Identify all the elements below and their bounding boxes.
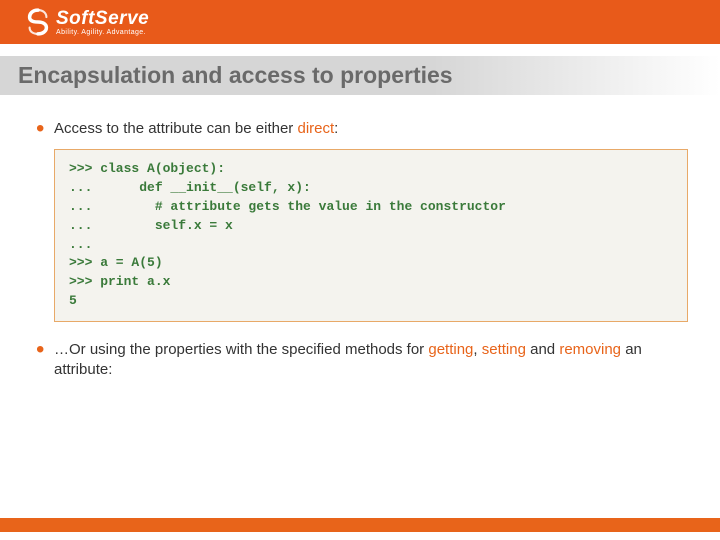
logo-name: SoftServe [56, 9, 149, 28]
content: Access to the attribute can be either di… [0, 95, 720, 381]
logo-icon [24, 8, 52, 36]
page-title: Encapsulation and access to properties [18, 62, 702, 89]
logo: SoftServe Ability. Agility. Advantage. [24, 8, 149, 36]
brand-header: SoftServe Ability. Agility. Advantage. [0, 0, 720, 44]
bullet-2-sep-1: , [473, 341, 481, 358]
bullet-1-text-pre: Access to the attribute can be either [54, 120, 297, 137]
bullet-1-accent: direct [297, 120, 334, 137]
bullet-2-accent-2: setting [482, 341, 526, 358]
bullet-2-sep-2: and [526, 341, 559, 358]
bullet-1: Access to the attribute can be either di… [32, 119, 688, 139]
bullet-2-accent-3: removing [559, 341, 621, 358]
title-bar: Encapsulation and access to properties [0, 56, 720, 95]
bullet-1-text-post: : [334, 120, 338, 137]
bullet-2-accent-1: getting [428, 341, 473, 358]
footer-bar [0, 518, 720, 532]
code-block: >>> class A(object): ... def __init__(se… [54, 149, 688, 322]
bullet-2: …Or using the properties with the specif… [32, 340, 688, 381]
logo-tagline: Ability. Agility. Advantage. [56, 29, 149, 36]
bullet-2-text-pre: …Or using the properties with the specif… [54, 341, 428, 358]
